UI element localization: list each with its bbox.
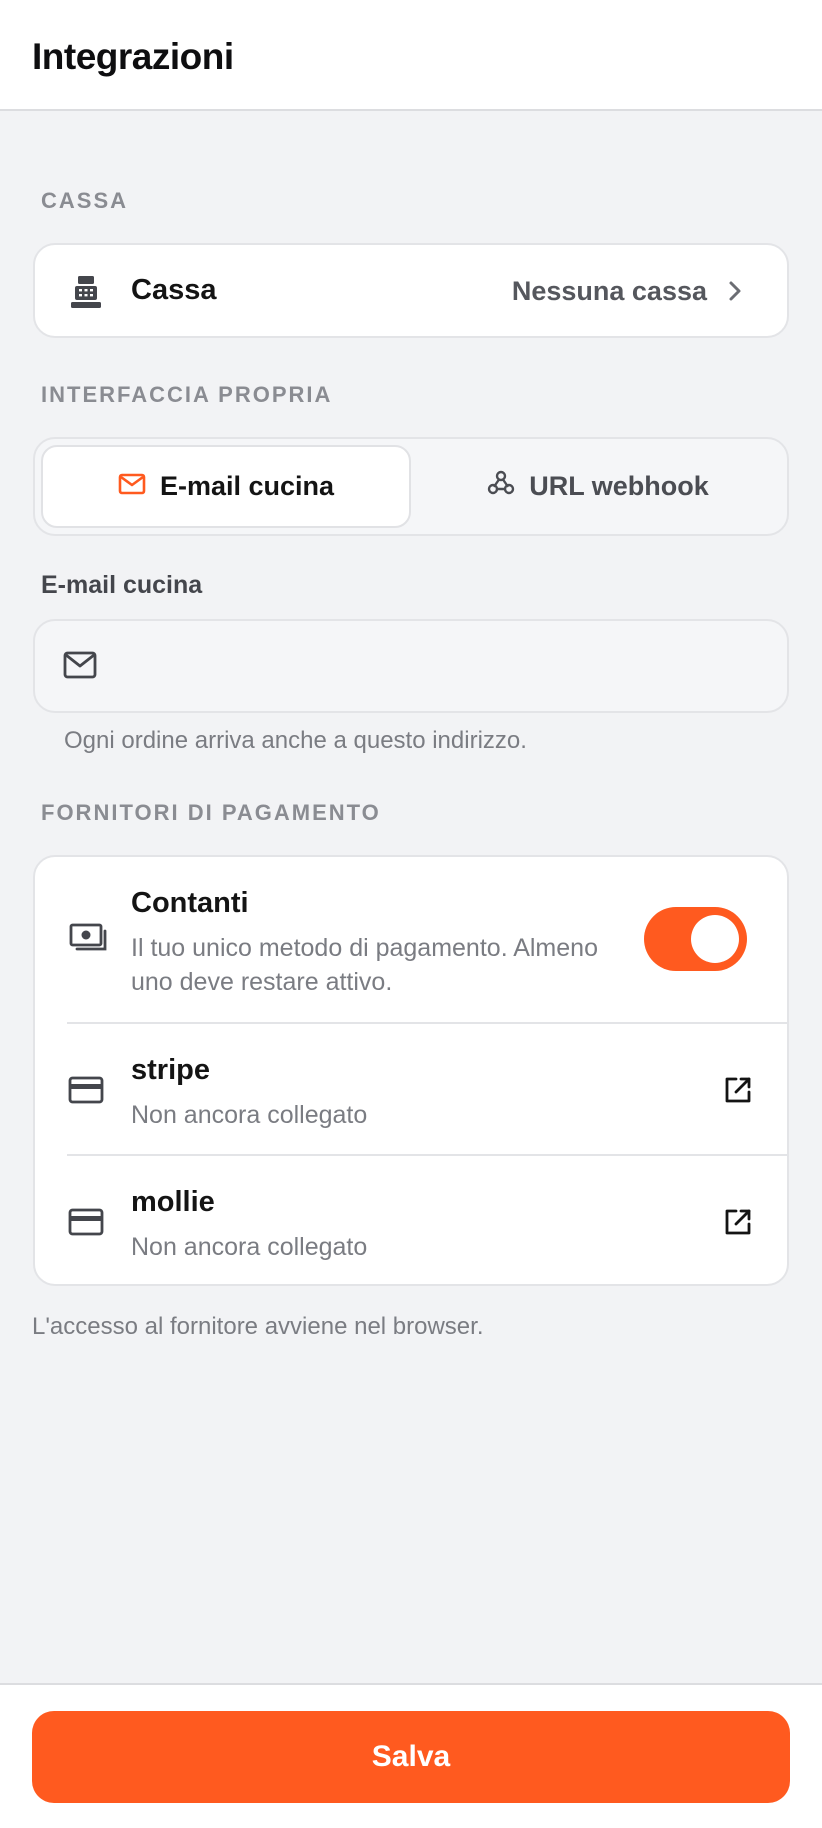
toggle-knob: [691, 915, 739, 963]
section-label-cassa: CASSA: [41, 188, 129, 213]
email-input[interactable]: [125, 641, 765, 693]
section-label-payments: FORNITORI DI PAGAMENTO: [41, 800, 381, 825]
integrations-page: Integrazioni CASSA Cassa Nessuna cassa I…: [0, 0, 822, 1828]
email-field-label: E-mail cucina: [41, 571, 203, 599]
cassa-title: Cassa: [131, 274, 217, 306]
provider-description: Il tuo unico metodo di pagamento. Almeno: [131, 934, 598, 962]
provider-name: stripe: [131, 1054, 210, 1086]
contanti-toggle[interactable]: [644, 907, 747, 971]
header: Integrazioni: [0, 0, 822, 111]
external-link-icon[interactable]: [723, 1075, 753, 1110]
provider-name: Contanti: [131, 887, 249, 919]
credit-card-icon: [68, 1075, 104, 1110]
cash-register-icon: [68, 274, 104, 310]
interface-tabs: E-mail cucina URL webhook: [33, 437, 789, 536]
mail-icon: [118, 471, 160, 502]
tab-label: URL webhook: [529, 471, 709, 501]
credit-card-icon: [68, 1207, 104, 1242]
chevron-right-icon: [723, 278, 747, 304]
section-label-interface: INTERFACCIA PROPRIA: [41, 382, 333, 407]
bottom-bar: Salva: [0, 1683, 822, 1828]
payment-providers-list: Contanti Il tuo unico metodo di pagament…: [33, 855, 789, 1286]
provider-description: uno deve restare attivo.: [131, 968, 393, 996]
provider-row-contanti: Contanti Il tuo unico metodo di pagament…: [35, 857, 787, 1022]
provider-row-stripe[interactable]: stripe Non ancora collegato: [35, 1024, 787, 1154]
provider-name: mollie: [131, 1186, 215, 1218]
cassa-value: Nessuna cassa: [511, 276, 707, 306]
tab-email-cucina[interactable]: E-mail cucina: [41, 445, 411, 528]
provider-row-mollie[interactable]: mollie Non ancora collegato: [35, 1156, 787, 1284]
tab-url-webhook[interactable]: URL webhook: [413, 445, 783, 528]
webhook-icon: [487, 469, 529, 504]
external-link-icon[interactable]: [723, 1207, 753, 1242]
page-title: Integrazioni: [32, 36, 234, 77]
email-hint: Ogni ordine arriva anche a questo indiri…: [64, 727, 527, 754]
email-field[interactable]: [33, 619, 789, 713]
payments-footnote: L'accesso al fornitore avviene nel brows…: [32, 1313, 484, 1340]
cassa-row[interactable]: Cassa Nessuna cassa: [33, 243, 789, 338]
tab-label: E-mail cucina: [159, 471, 335, 501]
provider-status: Non ancora collegato: [131, 1233, 368, 1261]
provider-status: Non ancora collegato: [131, 1101, 368, 1129]
save-button[interactable]: Salva: [32, 1711, 790, 1803]
cash-icon: [68, 922, 108, 961]
mail-icon: [63, 651, 97, 684]
